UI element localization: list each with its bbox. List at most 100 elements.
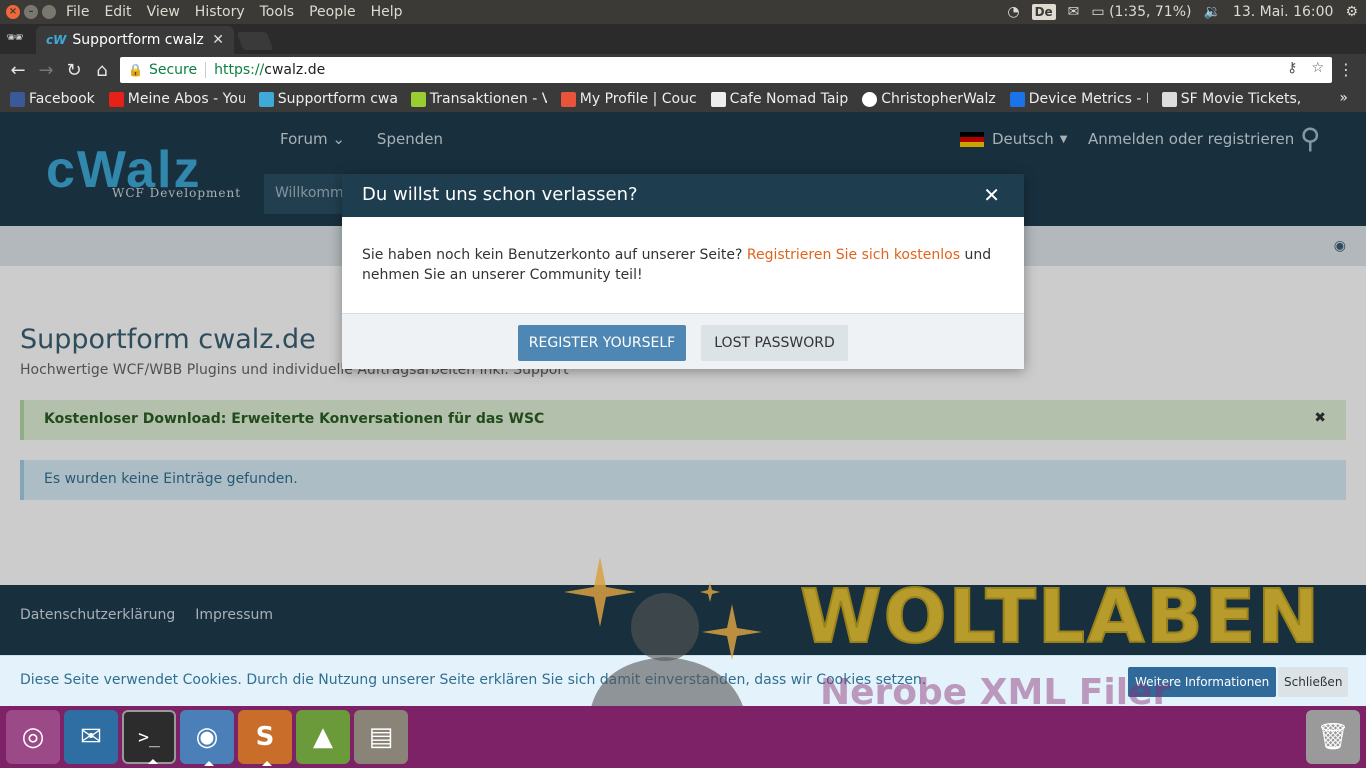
bookmarks-bar: Facebook Meine Abos - You Supportform cw… — [0, 86, 1366, 112]
bookmark-transaktionen[interactable]: Transaktionen - V — [410, 91, 547, 107]
tab-supportform[interactable]: cW Supportform cwalz ✕ — [36, 26, 234, 54]
terminal-icon[interactable]: >_ — [122, 710, 176, 764]
tab-title: Supportform cwalz — [72, 32, 204, 48]
bookmark-facebook[interactable]: Facebook — [10, 91, 95, 107]
window-controls: × – — [0, 5, 66, 19]
bookmark-label: Transaktionen - V — [429, 91, 547, 107]
bookmark-label: Facebook — [29, 91, 95, 107]
page-icon — [1161, 91, 1177, 107]
modal-footer: REGISTER YOURSELF LOST PASSWORD — [342, 313, 1024, 369]
github-icon — [862, 91, 878, 107]
system-indicators: ◔ De ✉ ▭ (1:35, 71%) 🔉 13. Mai. 16:00 ⚙ — [1007, 0, 1366, 24]
menu-edit[interactable]: Edit — [104, 4, 131, 20]
modal-title: Du willst uns schon verlassen? — [362, 184, 638, 205]
cwalz-favicon-icon: cW — [46, 33, 67, 47]
thunderbird-icon[interactable]: ✉ — [64, 710, 118, 764]
lost-password-button[interactable]: LOST PASSWORD — [701, 325, 848, 361]
ubuntu-launcher: ◎ ✉ >_ ◉ S ▲ ▤ 🗑 — [0, 706, 1366, 768]
bookmark-supportform[interactable]: Supportform cwa — [258, 91, 397, 107]
settings-gear-icon[interactable]: ⚙ — [1345, 4, 1358, 20]
modal-header: Du willst uns schon verlassen? ✕ — [342, 174, 1024, 217]
device-metrics-icon — [1009, 91, 1025, 107]
more-bookmarks-icon[interactable]: » — [1339, 90, 1348, 106]
mail-icon[interactable]: ✉ — [1068, 4, 1080, 20]
reload-icon[interactable]: ↻ — [60, 60, 88, 81]
address-bar[interactable]: 🔒 Secure https:// cwalz.de ⚷ ☆ — [120, 57, 1332, 83]
register-button[interactable]: REGISTER YOURSELF — [518, 325, 686, 361]
bookmark-label: My Profile | Couc — [579, 91, 697, 107]
cookie-text: Diese Seite verwendet Cookies. Durch die… — [20, 672, 927, 688]
address-divider — [205, 62, 207, 78]
bookmark-cafe-nomad[interactable]: Cafe Nomad Taip — [710, 91, 849, 107]
cookie-more-info-button[interactable]: Weitere Informationen — [1128, 667, 1277, 697]
facebook-icon — [10, 91, 25, 107]
keyboard-layout-indicator[interactable]: De — [1031, 4, 1056, 20]
ubuntu-icon[interactable]: ◎ — [6, 710, 60, 764]
bookmark-label: SF Movie Tickets, — [1180, 91, 1302, 107]
cafe-nomad-icon — [710, 91, 726, 107]
wifi-icon[interactable]: ◔ — [1007, 4, 1019, 20]
android-studio-icon[interactable]: ▲ — [296, 710, 350, 764]
secure-label: Secure — [148, 62, 198, 78]
bookmark-label: Supportform cwa — [277, 91, 397, 107]
bookmark-github[interactable]: ChristopherWalz — [862, 91, 996, 107]
app-menu: File Edit View History Tools People Help — [66, 4, 403, 20]
running-indicator-icon — [148, 759, 158, 764]
tab-strip: 🕶 cW Supportform cwalz ✕ — [0, 24, 1366, 54]
cookie-close-button[interactable]: Schließen — [1278, 667, 1349, 697]
cwalz-icon — [258, 91, 274, 107]
bookmark-label: Meine Abos - You — [127, 91, 245, 107]
system-top-bar: × – File Edit View History Tools People … — [0, 0, 1366, 24]
minimize-window-icon[interactable]: – — [24, 5, 38, 19]
bookmark-couchsurfing[interactable]: My Profile | Couc — [560, 91, 697, 107]
lock-icon: 🔒 — [128, 63, 143, 77]
battery-indicator[interactable]: ▭ (1:35, 71%) — [1091, 4, 1191, 20]
key-icon[interactable]: ⚷ — [1287, 60, 1297, 76]
bookmark-label: Cafe Nomad Taip — [729, 91, 849, 107]
modal-text-before: Sie haben noch kein Benutzerkonto auf un… — [362, 247, 747, 263]
tab-close-icon[interactable]: ✕ — [212, 32, 224, 48]
trash-icon[interactable]: 🗑 — [1306, 710, 1360, 764]
menu-view[interactable]: View — [147, 4, 180, 20]
running-indicator-icon — [204, 761, 214, 766]
bookmark-youtube[interactable]: Meine Abos - You — [108, 91, 245, 107]
sublime-text-icon[interactable]: S — [238, 710, 292, 766]
home-icon[interactable]: ⌂ — [88, 60, 116, 81]
running-indicator-icon — [262, 761, 272, 766]
menu-help[interactable]: Help — [371, 4, 403, 20]
bookmark-label: Device Metrics - I — [1028, 91, 1148, 107]
transactions-icon — [410, 91, 426, 107]
close-icon[interactable]: ✕ — [983, 183, 1000, 207]
menu-tools[interactable]: Tools — [260, 4, 295, 20]
address-bar-actions: ⚷ ☆ — [1287, 60, 1324, 76]
leave-modal: Du willst uns schon verlassen? ✕ Sie hab… — [342, 174, 1024, 369]
files-icon[interactable]: ▤ — [354, 710, 408, 764]
new-tab-button[interactable] — [236, 32, 274, 50]
couchsurfing-icon — [560, 91, 576, 107]
url-host: cwalz.de — [264, 62, 326, 78]
menu-people[interactable]: People — [309, 4, 356, 20]
bookmark-sf-movie[interactable]: SF Movie Tickets, — [1161, 91, 1302, 107]
url-scheme: https:// — [214, 62, 265, 78]
browser-menu-icon[interactable]: ⋮ — [1338, 60, 1354, 79]
bookmark-star-icon[interactable]: ☆ — [1311, 60, 1324, 76]
incognito-icon: 🕶 — [6, 30, 24, 46]
battery-icon: ▭ — [1091, 4, 1105, 20]
bookmark-label: ChristopherWalz — [881, 91, 996, 107]
menu-history[interactable]: History — [195, 4, 245, 20]
close-window-icon[interactable]: × — [6, 5, 20, 19]
back-arrow-icon[interactable]: ← — [4, 60, 32, 81]
clock[interactable]: 13. Mai. 16:00 — [1233, 4, 1334, 20]
chrome-icon[interactable]: ◉ — [180, 710, 234, 766]
battery-text: (1:35, 71%) — [1109, 4, 1192, 20]
maximize-window-icon[interactable] — [42, 5, 56, 19]
modal-body: Sie haben noch kein Benutzerkonto auf un… — [342, 217, 1024, 313]
bookmark-device-metrics[interactable]: Device Metrics - I — [1009, 91, 1148, 107]
youtube-icon — [108, 91, 124, 107]
browser-toolbar: ← → ↻ ⌂ 🔒 Secure https:// cwalz.de ⚷ ☆ ⋮ — [0, 54, 1366, 86]
cookie-banner: Diese Seite verwendet Cookies. Durch die… — [0, 655, 1366, 706]
menu-file[interactable]: File — [66, 4, 89, 20]
volume-icon[interactable]: 🔉 — [1203, 4, 1220, 20]
register-link[interactable]: Registrieren Sie sich kostenlos — [747, 247, 960, 263]
forward-arrow-icon[interactable]: → — [32, 60, 60, 81]
